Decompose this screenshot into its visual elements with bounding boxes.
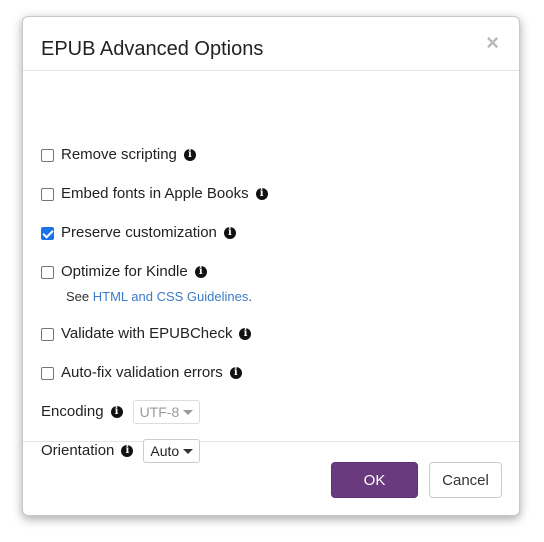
option-remove-scripting[interactable]: Remove scripting i bbox=[41, 146, 196, 164]
note-prefix: See bbox=[66, 289, 93, 304]
note-suffix: . bbox=[248, 289, 252, 304]
option-label: Remove scripting bbox=[61, 146, 177, 163]
info-icon[interactable]: i bbox=[255, 188, 268, 200]
encoding-value: UTF-8 bbox=[139, 404, 180, 420]
info-icon[interactable]: i bbox=[223, 227, 236, 239]
validate-epubcheck-checkbox[interactable] bbox=[41, 327, 54, 341]
preserve-customization-checkbox[interactable] bbox=[41, 226, 54, 240]
option-validate-epubcheck[interactable]: Validate with EPUBCheck i bbox=[41, 325, 252, 343]
cancel-button[interactable]: Cancel bbox=[429, 462, 502, 498]
kindle-guidelines-note: See HTML and CSS Guidelines. bbox=[66, 289, 252, 304]
option-embed-fonts[interactable]: Embed fonts in Apple Books i bbox=[41, 185, 268, 203]
option-preserve-customization[interactable]: Preserve customization i bbox=[41, 224, 236, 242]
remove-scripting-checkbox[interactable] bbox=[41, 148, 54, 162]
encoding-label: Encoding bbox=[41, 403, 104, 420]
info-icon[interactable]: i bbox=[194, 266, 207, 278]
epub-advanced-options-dialog: EPUB Advanced Options × Remove scripting… bbox=[22, 16, 520, 516]
option-label: Validate with EPUBCheck bbox=[61, 325, 233, 342]
close-icon[interactable]: × bbox=[486, 32, 499, 54]
dialog-title: EPUB Advanced Options bbox=[41, 38, 264, 60]
option-label: Preserve customization bbox=[61, 224, 217, 241]
option-optimize-kindle[interactable]: Optimize for Kindle i bbox=[41, 263, 207, 281]
auto-fix-checkbox[interactable] bbox=[41, 366, 54, 380]
option-label: Auto-fix validation errors bbox=[61, 364, 223, 381]
dialog-header: EPUB Advanced Options × bbox=[23, 17, 519, 71]
dialog-body: Remove scripting i Embed fonts in Apple … bbox=[23, 71, 519, 463]
ok-button[interactable]: OK bbox=[331, 462, 418, 498]
option-label: Optimize for Kindle bbox=[61, 263, 188, 280]
encoding-select: UTF-8 bbox=[132, 400, 201, 424]
encoding-row: Encoding i UTF-8 bbox=[41, 400, 201, 424]
option-label: Embed fonts in Apple Books bbox=[61, 185, 249, 202]
info-icon[interactable]: i bbox=[239, 328, 252, 340]
info-icon[interactable]: i bbox=[110, 406, 123, 418]
info-icon[interactable]: i bbox=[229, 367, 242, 379]
caret-down-icon bbox=[183, 409, 194, 415]
info-icon[interactable]: i bbox=[183, 149, 196, 161]
option-auto-fix[interactable]: Auto-fix validation errors i bbox=[41, 364, 242, 382]
embed-fonts-checkbox[interactable] bbox=[41, 187, 54, 201]
dialog-footer: OK Cancel bbox=[23, 442, 519, 518]
optimize-kindle-checkbox[interactable] bbox=[41, 265, 54, 279]
guidelines-link[interactable]: HTML and CSS Guidelines bbox=[93, 289, 249, 304]
